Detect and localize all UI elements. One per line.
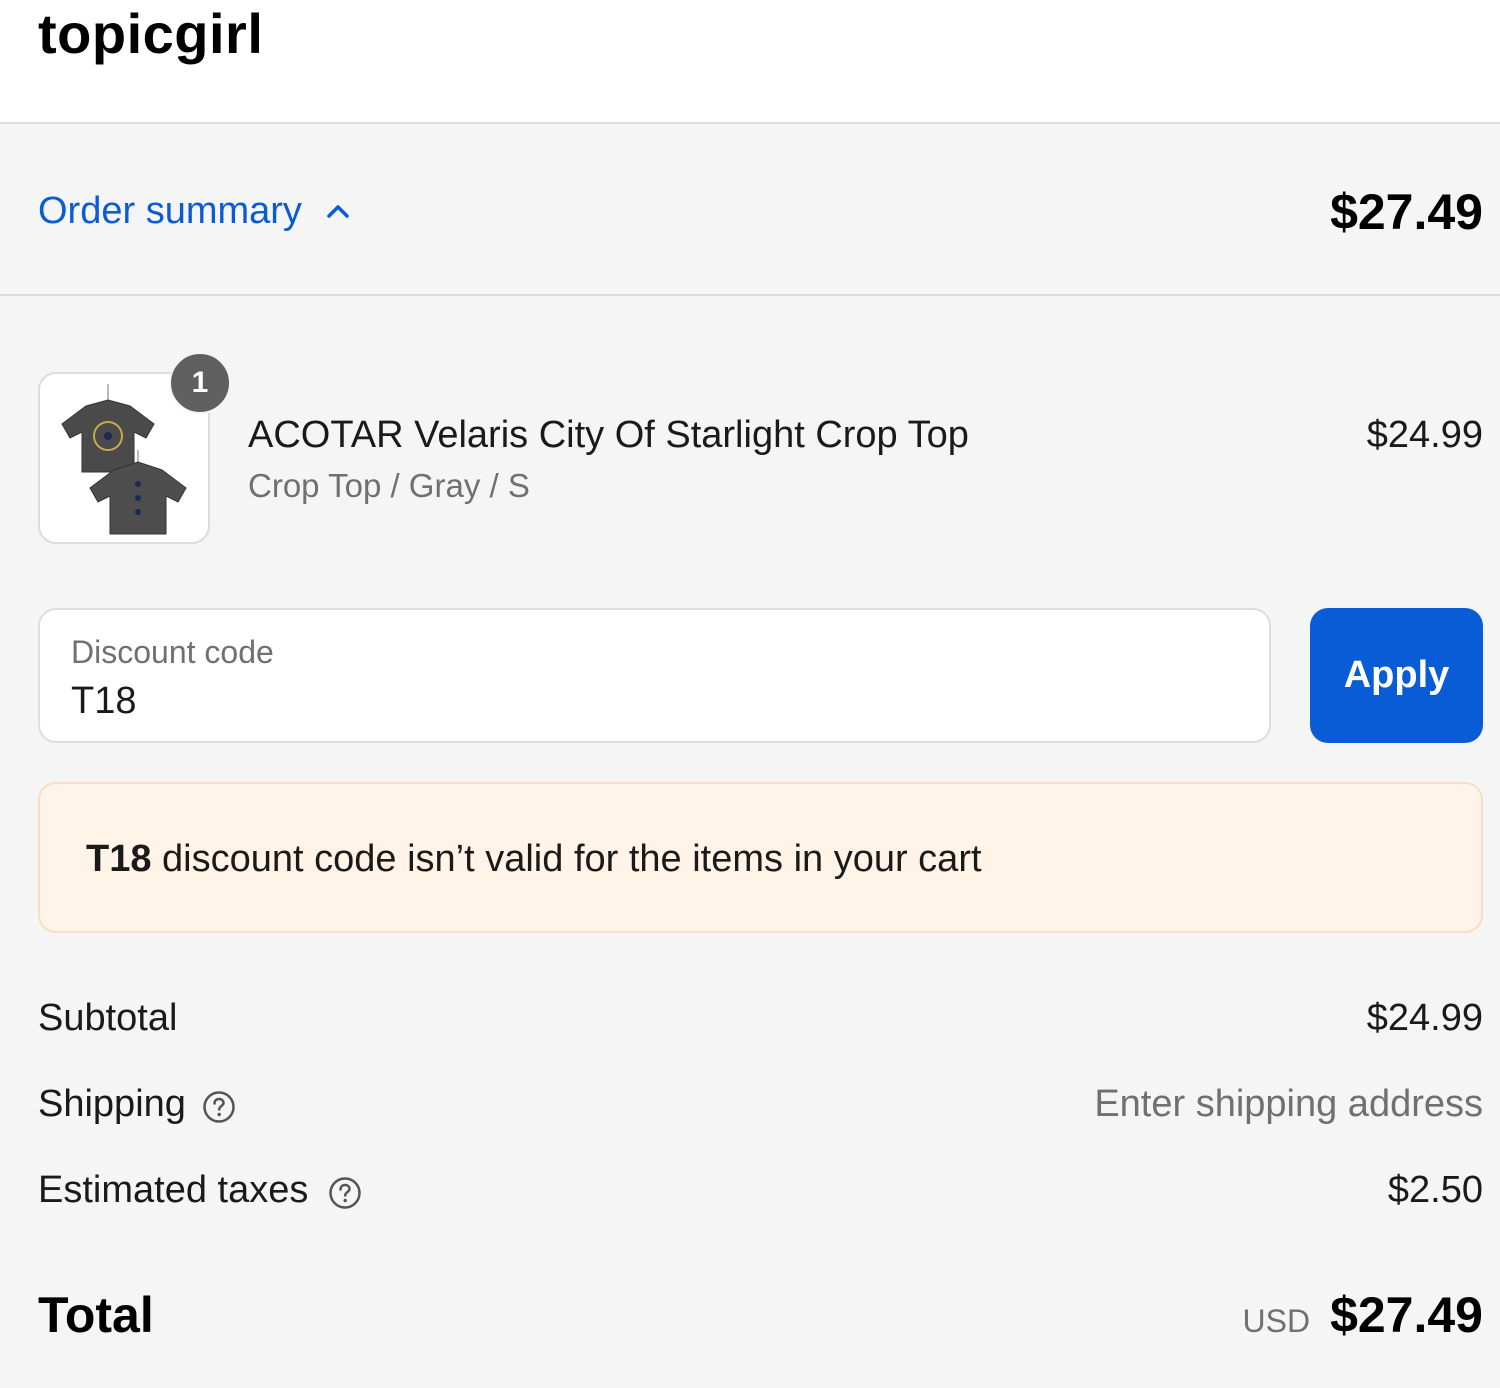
- question-mark-icon[interactable]: [202, 1087, 236, 1123]
- shipping-row: Shipping Enter shipping address: [38, 1079, 1483, 1129]
- order-summary-label[interactable]: Order summary: [38, 186, 302, 236]
- taxes-row: Estimated taxes $2.50: [38, 1165, 1483, 1215]
- product-price: $24.99: [1366, 414, 1483, 456]
- currency-code: USD: [1242, 1303, 1311, 1339]
- total-label: Total: [38, 1287, 154, 1343]
- discount-error-code: T18: [86, 838, 152, 880]
- header: topicgirl: [0, 0, 1500, 124]
- question-mark-icon[interactable]: [328, 1173, 362, 1209]
- shipping-label-group: Shipping: [38, 1079, 236, 1129]
- discount-error-notice: T18 discount code isn’t valid for the it…: [38, 782, 1483, 933]
- total-row: Total USD $27.49: [38, 1284, 1483, 1346]
- product-variant: Crop Top / Gray / S: [248, 467, 530, 504]
- product-name: ACOTAR Velaris City Of Starlight Crop To…: [248, 414, 969, 456]
- shipping-value: Enter shipping address: [1094, 1083, 1483, 1125]
- store-logo[interactable]: topicgirl: [38, 2, 263, 66]
- subtotal-label: Subtotal: [38, 997, 178, 1039]
- total-amount-group: USD $27.49: [1243, 1284, 1484, 1352]
- shipping-label: Shipping: [38, 1083, 186, 1125]
- order-summary-toggle[interactable]: Order summary: [38, 186, 352, 236]
- discount-error-message: T18 discount code isn’t valid for the it…: [86, 836, 982, 882]
- discount-code-field[interactable]: Discount code: [38, 608, 1271, 743]
- order-summary-total: $27.49: [1330, 184, 1483, 240]
- taxes-value: $2.50: [1387, 1169, 1483, 1211]
- discount-code-input[interactable]: [71, 678, 1221, 724]
- order-summary-bar: Order summary $27.49: [0, 124, 1500, 296]
- quantity-badge: 1: [169, 352, 231, 414]
- subtotal-row: Subtotal $24.99: [38, 993, 1483, 1043]
- discount-code-label: Discount code: [71, 634, 274, 670]
- chevron-up-icon[interactable]: [324, 197, 352, 225]
- discount-error-text: discount code isn’t valid for the items …: [151, 838, 982, 880]
- cart-item: 1 ACOTAR Velaris City Of Starlight Crop …: [38, 352, 1483, 544]
- total-amount: $27.49: [1330, 1287, 1483, 1343]
- subtotal-value: $24.99: [1366, 997, 1483, 1039]
- taxes-label-group: Estimated taxes: [38, 1165, 362, 1215]
- apply-button[interactable]: Apply: [1310, 608, 1483, 743]
- taxes-label: Estimated taxes: [38, 1169, 309, 1211]
